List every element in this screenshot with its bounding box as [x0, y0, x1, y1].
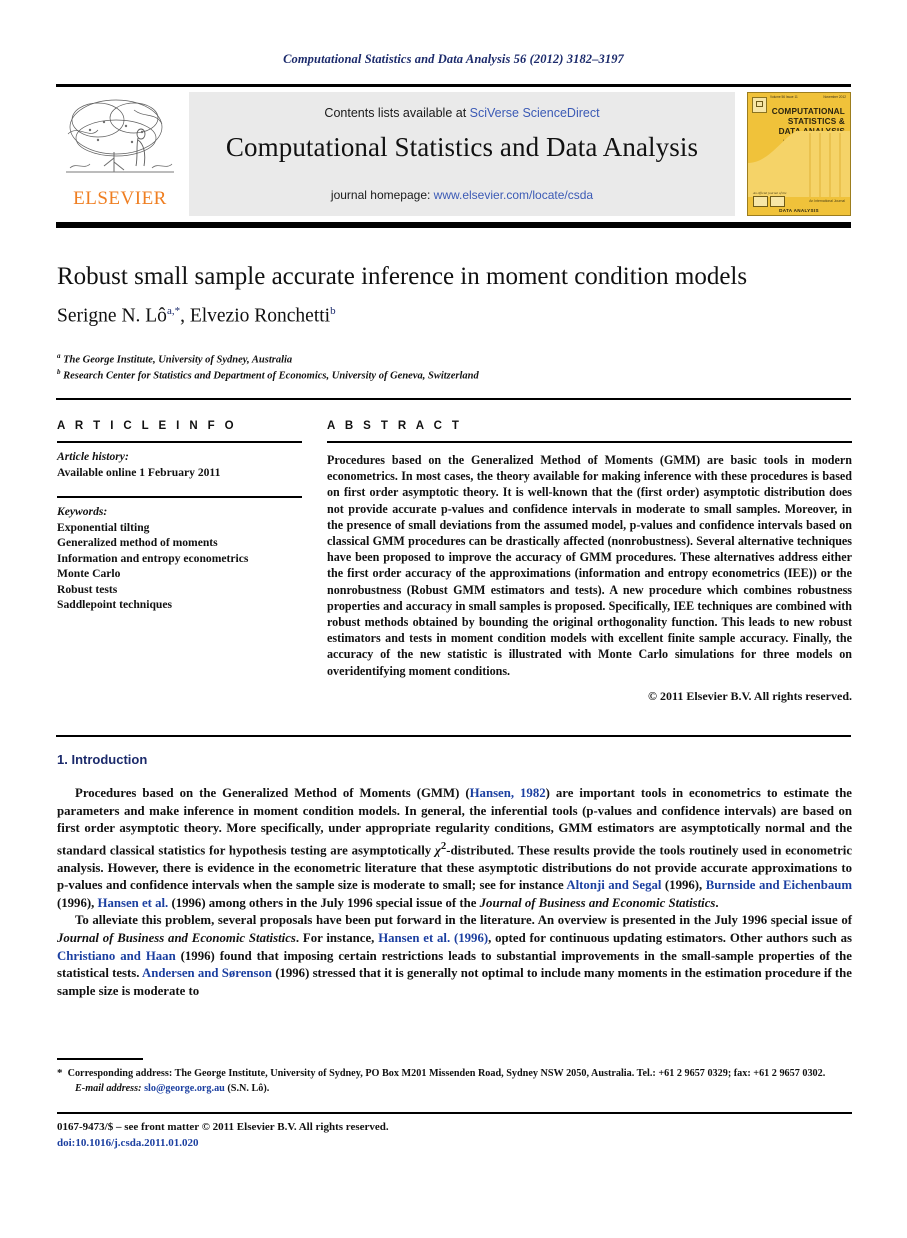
article-info-column: A R T I C L E I N F O Article history: A… — [57, 420, 302, 620]
abstract-text: Procedures based on the Generalized Meth… — [327, 453, 852, 678]
journal-homepage-link[interactable]: www.elsevier.com/locate/csda — [434, 188, 593, 202]
abstract-heading: A B S T R A C T — [327, 420, 463, 432]
cover-right-footnote: An International Journal — [809, 199, 845, 203]
issn-front-matter-line: 0167-9473/$ – see front matter © 2011 El… — [57, 1121, 389, 1133]
cover-volume-text: Volume 56 Issue 11 — [770, 95, 798, 99]
keyword-item: Saddlepoint techniques — [57, 598, 173, 611]
page-title: Robust small sample accurate inference i… — [57, 263, 748, 290]
article-history-group: Article history: Available online 1 Febr… — [57, 443, 302, 487]
doi-link[interactable]: doi:10.1016/j.csda.2011.01.020 — [57, 1137, 198, 1149]
corresponding-address-footnote: * Corresponding address: The George Inst… — [57, 1067, 826, 1079]
abstract-bottom-rule — [56, 735, 851, 737]
footnote-block: * Corresponding address: The George Inst… — [57, 1066, 852, 1096]
keyword-item: Information and entropy econometrics — [57, 551, 249, 565]
affiliation-b: b Research Center for Statistics and Dep… — [57, 368, 852, 382]
keyword-item: Exponential tilting — [57, 520, 150, 534]
body-text: Procedures based on the Generalized Meth… — [57, 785, 852, 1000]
contents-available-line: Contents lists available at SciVerse Sci… — [189, 106, 735, 120]
affiliation-a: a The George Institute, University of Sy… — [57, 352, 852, 366]
journal-title: Computational Statistics and Data Analys… — [225, 132, 699, 162]
header-bottom-rule — [56, 222, 851, 228]
homepage-prefix: journal homepage: — [330, 188, 434, 202]
section-title: Introduction — [71, 752, 148, 767]
running-head: Computational Statistics and Data Analys… — [283, 52, 624, 66]
article-history-label: Article history: — [57, 450, 129, 463]
cover-curve-graphic — [748, 131, 850, 197]
header-top-rule — [56, 84, 851, 87]
journal-homepage-line: journal homepage: www.elsevier.com/locat… — [189, 188, 735, 202]
cover-date-text: November 2012 — [823, 95, 846, 99]
body-paragraph: Procedures based on the Generalized Meth… — [57, 786, 853, 910]
article-info-heading: A R T I C L E I N F O — [57, 420, 238, 432]
cover-issn-note: An official journal of the — [753, 191, 787, 195]
abstract-column: A B S T R A C T Procedures based on the … — [327, 420, 852, 704]
title-block-rule — [56, 398, 851, 400]
paper-page: Computational Statistics and Data Analys… — [0, 0, 907, 1238]
section-number: 1. — [57, 752, 68, 767]
author-list: Serigne N. Lôa,*, Elvezio Ronchettib — [57, 305, 336, 327]
keyword-item: Generalized method of moments — [57, 536, 218, 549]
sciencedirect-link[interactable]: SciVerse ScienceDirect — [470, 106, 600, 120]
affiliation-a-text: The George Institute, University of Sydn… — [63, 354, 293, 366]
keyword-item: Monte Carlo — [57, 567, 121, 580]
masthead-band: Contents lists available at SciVerse Sci… — [189, 92, 735, 216]
article-history-value: Available online 1 February 2011 — [57, 465, 221, 479]
abstract-copyright: © 2011 Elsevier B.V. All rights reserved… — [648, 688, 852, 703]
section-heading-introduction: 1. Introduction — [57, 752, 147, 767]
footnote-rule — [57, 1058, 143, 1060]
elsevier-logo: ELSEVIER — [56, 92, 184, 216]
journal-masthead: ELSEVIER Contents lists available at Sci… — [56, 92, 851, 216]
keywords-label: Keywords: — [57, 505, 108, 518]
body-paragraph: To alleviate this problem, several propo… — [57, 913, 852, 998]
elsevier-tree-icon — [64, 94, 176, 186]
contents-prefix: Contents lists available at — [324, 106, 470, 120]
affiliation-b-text: Research Center for Statistics and Depar… — [63, 370, 479, 382]
cover-society-logos-icon — [753, 196, 785, 207]
cover-topbar: Volume 56 Issue 11 November 2012 — [748, 93, 850, 105]
keyword-item: Robust tests — [57, 582, 118, 596]
affiliation-a-marker: a — [57, 352, 61, 360]
elsevier-wordmark: ELSEVIER — [73, 188, 167, 209]
keywords-group: Keywords: Exponential tilting Generalize… — [57, 498, 302, 620]
affiliation-b-marker: b — [57, 368, 61, 376]
email-footnote: E-mail address: slo@george.org.au (S.N. … — [75, 1082, 270, 1094]
cover-footer-text: DATA ANALYSIS — [779, 208, 819, 213]
colophon-rule — [57, 1112, 852, 1114]
journal-cover-thumbnail: Volume 56 Issue 11 November 2012 COMPUTA… — [747, 92, 851, 216]
